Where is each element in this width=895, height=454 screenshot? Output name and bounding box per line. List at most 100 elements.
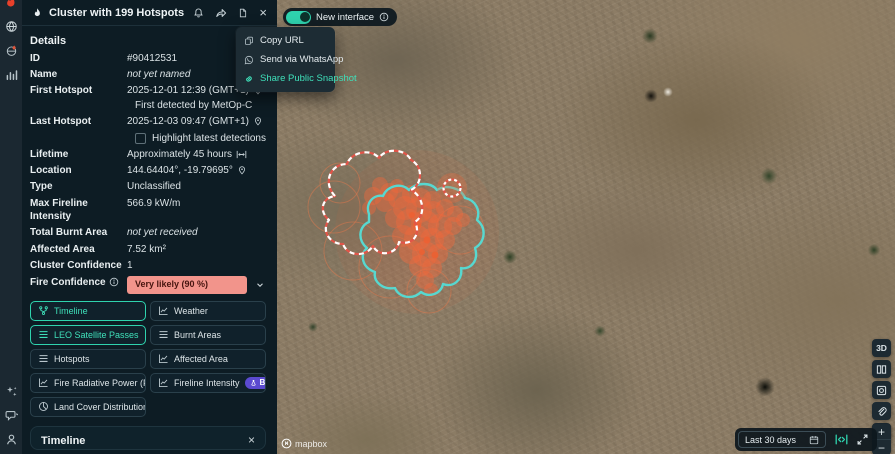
affected-area-perimeter [360, 184, 483, 297]
panel-button-grid: Timeline Weather LEO Satellite Passes Bu… [30, 301, 266, 417]
fireline-intensity-button[interactable]: Fireline Intensity Beta [150, 373, 266, 393]
fire-confidence-pill[interactable]: Very likely (90 %) [127, 276, 247, 295]
user-icon[interactable] [5, 433, 18, 446]
field-row-fire-confidence: Fire Confidence Very likely (90 %) [22, 274, 267, 296]
field-value: 144.64404°, -19.79695° [127, 164, 267, 177]
field-label: Affected Area [30, 243, 127, 256]
playback-interval-icon[interactable] [835, 434, 848, 445]
chart-icon [158, 377, 169, 388]
button-label: Timeline [54, 306, 88, 316]
toggle-switch-icon[interactable] [286, 11, 311, 24]
3d-mode-button[interactable]: 3D [872, 339, 891, 357]
burnt-areas-button[interactable]: Burnt Areas [150, 325, 266, 345]
pie-chart-icon [38, 401, 49, 412]
field-row-lifetime: Lifetime Approximately 45 hours [22, 146, 267, 162]
link-icon [244, 74, 254, 84]
locate-pin-icon[interactable] [237, 165, 247, 176]
screenshot-button[interactable] [872, 381, 891, 399]
field-value: 2025-12-03 09:47 (GMT+1) [127, 115, 267, 128]
field-row-location: Location 144.64404°, -19.79695° [22, 162, 267, 178]
list-icon [38, 329, 49, 340]
field-label: First Hotspot [30, 84, 127, 97]
menu-item-label: Send via WhatsApp [260, 54, 343, 65]
map-canvas[interactable]: 3D + − Last 30 days [277, 0, 895, 454]
map-attribution: mapbox [281, 438, 327, 449]
panel-header: Cluster with 199 Hotspots × [22, 0, 277, 26]
chat-icon[interactable] [5, 409, 18, 422]
land-cover-distribution-button[interactable]: Land Cover Distribution [30, 397, 146, 417]
menu-item-copy-url[interactable]: Copy URL [236, 31, 335, 50]
share-icon[interactable] [215, 7, 227, 19]
flask-icon [250, 379, 257, 387]
checkbox-label: Highlight latest detections [152, 133, 266, 144]
info-icon[interactable] [379, 12, 389, 22]
button-label: Weather [174, 306, 208, 316]
fire-clusters-globe-icon[interactable] [5, 20, 18, 33]
field-row-cluster-confidence: Cluster Confidence 1 [22, 258, 267, 274]
field-value: 566.9 kW/m [127, 197, 267, 210]
chart-icon [158, 353, 169, 364]
beta-badge: Beta [245, 377, 266, 389]
expand-map-icon[interactable] [857, 434, 868, 445]
attribution-label[interactable]: mapbox [295, 439, 327, 449]
field-label: Cluster Confidence [30, 259, 127, 272]
button-label: Fireline Intensity [174, 378, 240, 388]
field-row-name: Name not yet named [22, 66, 267, 82]
chevron-down-icon[interactable] [255, 280, 265, 290]
menu-item-share-snapshot[interactable]: Share Public Snapshot [236, 69, 335, 88]
field-label: Fire Confidence [30, 276, 127, 289]
timeline-button[interactable]: Timeline [30, 301, 146, 321]
close-panel-button[interactable]: × [259, 6, 267, 19]
highlight-latest-checkbox[interactable] [135, 133, 146, 144]
cluster-flame-icon [32, 7, 43, 19]
timeline-close-button[interactable]: × [248, 433, 255, 447]
hotspot-cluster [362, 177, 470, 297]
first-detected-note: First detected by MetOp-C [22, 99, 267, 114]
toggle-label: New interface [316, 12, 374, 23]
snapshot-file-icon[interactable] [238, 7, 248, 19]
button-label: Affected Area [174, 354, 228, 364]
sparkles-icon[interactable] [5, 385, 18, 398]
timeline-icon [38, 305, 49, 316]
locate-pin-icon[interactable] [253, 116, 263, 127]
leo-satellite-passes-button[interactable]: LEO Satellite Passes [30, 325, 146, 345]
timeline-card: Timeline × + Add new incident status or … [30, 426, 266, 450]
fire-radiative-power-button[interactable]: Fire Radiative Power (FRP) [30, 373, 146, 393]
menu-item-whatsapp[interactable]: Send via WhatsApp [236, 50, 335, 69]
attach-button[interactable] [872, 402, 891, 420]
menu-item-label: Share Public Snapshot [260, 73, 357, 84]
field-label: ID [30, 52, 127, 65]
info-icon[interactable] [109, 277, 119, 287]
app-logo-flame-icon[interactable] [3, 0, 19, 11]
field-label: Last Hotspot [30, 115, 127, 128]
split-view-icon [876, 364, 887, 375]
panel-title: Cluster with 199 Hotspots [49, 7, 184, 19]
analytics-icon[interactable] [5, 68, 18, 81]
button-label: Fire Radiative Power (FRP) [54, 378, 146, 388]
weather-button[interactable]: Weather [150, 301, 266, 321]
list-icon [158, 329, 169, 340]
field-label: Location [30, 164, 127, 177]
hotspots-button[interactable]: Hotspots [30, 349, 146, 369]
whatsapp-icon [244, 55, 254, 65]
timeline-title: Timeline [41, 435, 255, 447]
field-label: Lifetime [30, 148, 127, 161]
fire-watch-globe-icon[interactable] [5, 44, 18, 57]
field-row-max-fireline: Max Fireline Intensity 566.9 kW/m [22, 195, 267, 225]
time-range-select[interactable]: Last 30 days [738, 431, 826, 448]
affected-area-button[interactable]: Affected Area [150, 349, 266, 369]
panel-actions: × [193, 6, 267, 19]
button-label: Hotspots [54, 354, 90, 364]
field-row-last-hotspot: Last Hotspot 2025-12-03 09:47 (GMT+1) [22, 114, 267, 130]
field-row-id: ID #90412531 [22, 50, 267, 66]
split-view-button[interactable] [872, 360, 891, 378]
new-interface-toggle[interactable]: New interface [283, 8, 397, 26]
field-label: Max Fireline Intensity [30, 197, 127, 223]
cluster-boundary [323, 151, 422, 254]
field-value: Very likely (90 %) [127, 276, 267, 295]
paperclip-icon [876, 406, 887, 417]
notifications-bell-icon[interactable] [193, 7, 204, 19]
list-icon [38, 353, 49, 364]
menu-item-label: Copy URL [260, 35, 304, 46]
share-dropdown-menu: Copy URL Send via WhatsApp Share Public … [236, 27, 335, 92]
